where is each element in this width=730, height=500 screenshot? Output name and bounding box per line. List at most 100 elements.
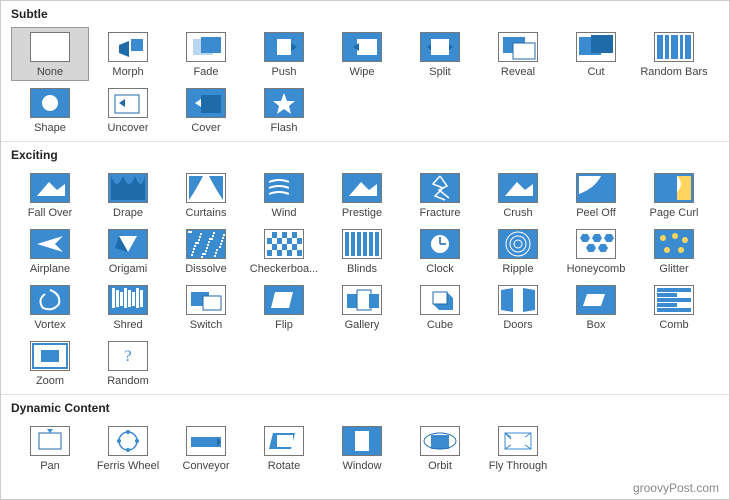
transition-label: Shred (113, 319, 142, 331)
transition-label: Clock (426, 263, 454, 275)
transition-page-curl[interactable]: Page Curl (635, 168, 713, 222)
section-exciting: Exciting Fall OverDrapeCurtains Wind Presti… (1, 141, 729, 394)
transition-doors[interactable]: Doors (479, 280, 557, 334)
peel-off-icon (576, 173, 616, 203)
switch-icon (186, 285, 226, 315)
transition-comb[interactable]: Comb (635, 280, 713, 334)
transition-uncover[interactable]: Uncover (89, 83, 167, 137)
transition-box[interactable]: Box (557, 280, 635, 334)
transition-random-bars[interactable]: Random Bars (635, 27, 713, 81)
rotate-icon (264, 426, 304, 456)
zoom-icon (30, 341, 70, 371)
section-title: Exciting (11, 148, 719, 162)
transition-reveal[interactable]: Reveal (479, 27, 557, 81)
fracture-icon (420, 173, 460, 203)
transition-fracture[interactable]: Fracture (401, 168, 479, 222)
watermark-text: groovyPost.com (633, 481, 719, 495)
transition-label: Page Curl (650, 207, 699, 219)
transition-checkerboard[interactable]: Checkerboa... (245, 224, 323, 278)
transition-cover[interactable]: Cover (167, 83, 245, 137)
transition-cut[interactable]: Cut (557, 27, 635, 81)
transition-none[interactable]: None (11, 27, 89, 81)
flip-icon (264, 285, 304, 315)
prestige-icon (342, 173, 382, 203)
transition-drape[interactable]: Drape (89, 168, 167, 222)
transition-morph[interactable]: Morph (89, 27, 167, 81)
transition-label: Origami (109, 263, 148, 275)
transition-label: Honeycomb (567, 263, 626, 275)
conveyor-icon (186, 426, 226, 456)
blinds-icon (342, 229, 382, 259)
doors-icon (498, 285, 538, 315)
section-title: Dynamic Content (11, 401, 719, 415)
transition-blinds[interactable]: Blinds (323, 224, 401, 278)
transition-orbit[interactable]: Orbit (401, 421, 479, 475)
transition-curtains[interactable]: Curtains (167, 168, 245, 222)
transition-label: Blinds (347, 263, 377, 275)
transition-label: Zoom (36, 375, 64, 387)
transition-origami[interactable]: Origami (89, 224, 167, 278)
transition-label: Wipe (349, 66, 374, 78)
flash-icon (264, 88, 304, 118)
transition-label: Dissolve (185, 263, 227, 275)
transition-label: Cube (427, 319, 453, 331)
transition-flash[interactable]: Flash (245, 83, 323, 137)
transition-vortex[interactable]: Vortex (11, 280, 89, 334)
transition-fall-over[interactable]: Fall Over (11, 168, 89, 222)
transition-wind[interactable]: Wind (245, 168, 323, 222)
transition-grid: Pan Ferris Wheel ConveyorRotateWindow Orbit… (11, 421, 719, 475)
transition-pan[interactable]: Pan (11, 421, 89, 475)
transition-label: Fly Through (489, 460, 548, 472)
transition-fade[interactable]: Fade (167, 27, 245, 81)
transition-cube[interactable]: Cube (401, 280, 479, 334)
transition-label: Airplane (30, 263, 70, 275)
transition-fly-through[interactable]: Fly Through (479, 421, 557, 475)
wipe-icon (342, 32, 382, 62)
transition-ripple[interactable]: Ripple (479, 224, 557, 278)
cut-icon (576, 32, 616, 62)
transition-shred[interactable]: Shred (89, 280, 167, 334)
transition-window[interactable]: Window (323, 421, 401, 475)
transition-label: Split (429, 66, 450, 78)
wind-icon (264, 173, 304, 203)
transition-flip[interactable]: Flip (245, 280, 323, 334)
transition-random[interactable]: ? Random (89, 336, 167, 390)
transition-label: Orbit (428, 460, 452, 472)
transition-glitter[interactable]: Glitter (635, 224, 713, 278)
transition-prestige[interactable]: Prestige (323, 168, 401, 222)
gallery-icon (342, 285, 382, 315)
transition-push[interactable]: Push (245, 27, 323, 81)
honeycomb-icon (576, 229, 616, 259)
transition-honeycomb[interactable]: Honeycomb (557, 224, 635, 278)
transition-gallery[interactable]: Gallery (323, 280, 401, 334)
fall-over-icon (30, 173, 70, 203)
transition-airplane[interactable]: Airplane (11, 224, 89, 278)
transition-crush[interactable]: Crush (479, 168, 557, 222)
transition-label: Ripple (502, 263, 533, 275)
transition-label: None (37, 66, 63, 78)
shape-icon (30, 88, 70, 118)
transition-clock[interactable]: Clock (401, 224, 479, 278)
orbit-icon (420, 426, 460, 456)
ferris-wheel-icon (108, 426, 148, 456)
transition-label: Ferris Wheel (97, 460, 159, 472)
transition-wipe[interactable]: Wipe (323, 27, 401, 81)
transition-dissolve[interactable]: Dissolve (167, 224, 245, 278)
transition-rotate[interactable]: Rotate (245, 421, 323, 475)
transition-label: Wind (271, 207, 296, 219)
cube-icon (420, 285, 460, 315)
transition-split[interactable]: Split (401, 27, 479, 81)
transition-conveyor[interactable]: Conveyor (167, 421, 245, 475)
transition-ferris-wheel[interactable]: Ferris Wheel (89, 421, 167, 475)
transition-label: Random (107, 375, 149, 387)
transition-label: Cut (587, 66, 604, 78)
transition-label: Switch (190, 319, 222, 331)
transition-grid: Fall OverDrapeCurtains Wind PrestigeFractu… (11, 168, 719, 390)
transition-peel-off[interactable]: Peel Off (557, 168, 635, 222)
svg-text:?: ? (124, 348, 131, 365)
transition-zoom[interactable]: Zoom (11, 336, 89, 390)
transition-switch[interactable]: Switch (167, 280, 245, 334)
transition-label: Crush (503, 207, 532, 219)
morph-icon (108, 32, 148, 62)
transition-shape[interactable]: Shape (11, 83, 89, 137)
